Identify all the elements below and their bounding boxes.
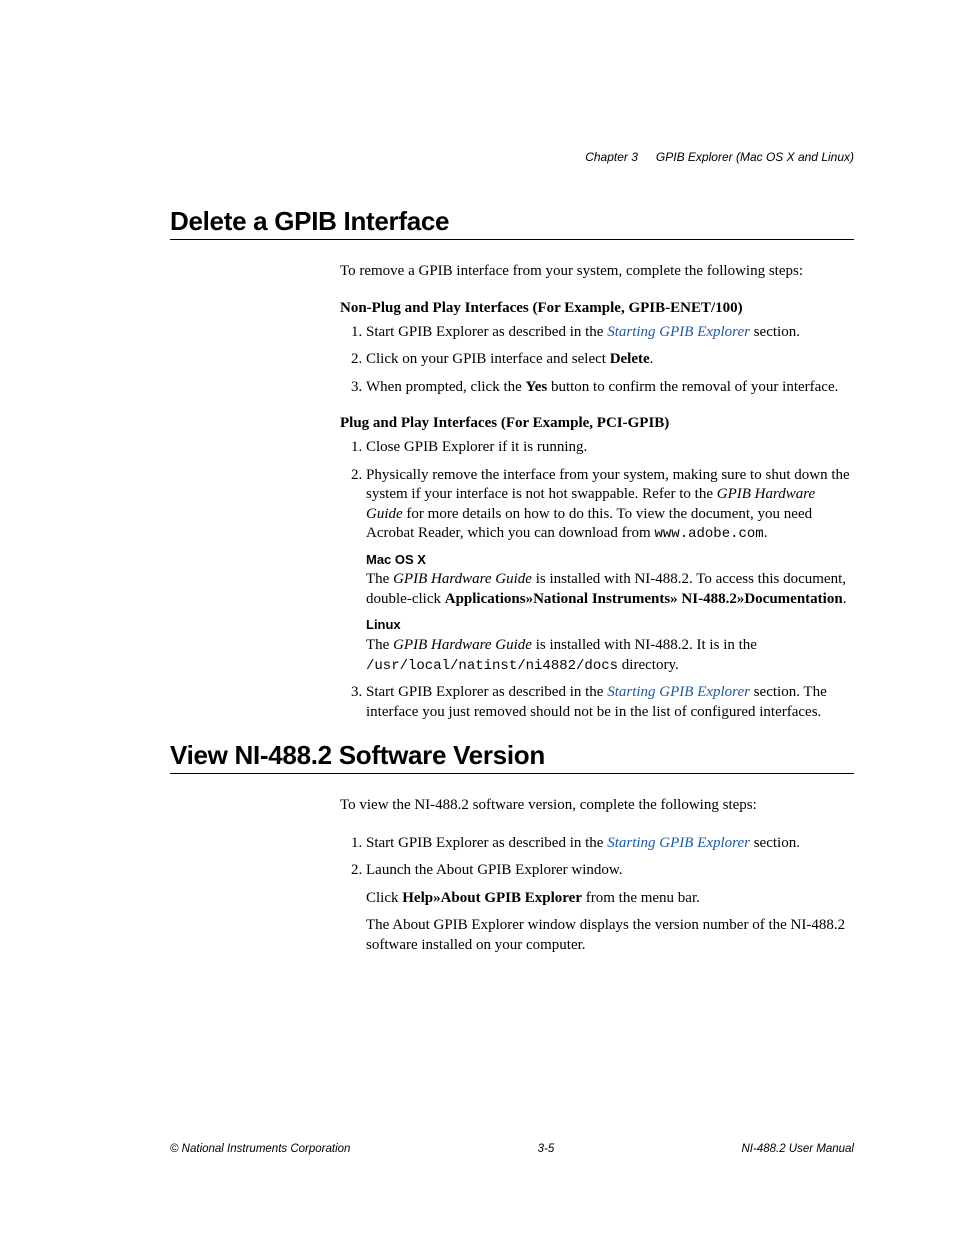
footer-manual-name: NI-488.2 User Manual — [741, 1143, 854, 1155]
body-paragraph: The About GPIB Explorer window displays … — [366, 916, 854, 955]
intro-paragraph: To view the NI-488.2 software version, c… — [340, 796, 854, 816]
list-item: Launch the About GPIB Explorer window. C… — [366, 861, 854, 955]
heading-delete-interface: Delete a GPIB Interface — [170, 206, 854, 237]
steps-pnp: Close GPIB Explorer if it is running. Ph… — [340, 438, 854, 722]
heading-view-version: View NI-488.2 Software Version — [170, 740, 854, 771]
intro-paragraph: To remove a GPIB interface from your sys… — [340, 262, 854, 282]
header-title: GPIB Explorer (Mac OS X and Linux) — [656, 150, 854, 164]
steps-view-version: Start GPIB Explorer as described in the … — [340, 834, 854, 956]
header-chapter: Chapter 3 — [585, 150, 638, 164]
subheading-pnp: Plug and Play Interfaces (For Example, P… — [340, 415, 854, 432]
os-subhead-mac: Mac OS X — [366, 552, 854, 569]
list-item: Physically remove the interface from you… — [366, 466, 854, 676]
link-starting-explorer[interactable]: Starting GPIB Explorer — [607, 684, 750, 700]
rule — [170, 239, 854, 240]
list-item: Start GPIB Explorer as described in the … — [366, 834, 854, 854]
list-item: Start GPIB Explorer as described in the … — [366, 683, 854, 722]
os-paragraph: The GPIB Hardware Guide is installed wit… — [366, 636, 854, 675]
os-paragraph: The GPIB Hardware Guide is installed wit… — [366, 570, 854, 609]
subheading-nonpnp: Non-Plug and Play Interfaces (For Exampl… — [340, 300, 854, 317]
rule — [170, 773, 854, 774]
list-item: When prompted, click the Yes button to c… — [366, 378, 854, 398]
footer-page-number: 3-5 — [538, 1143, 555, 1155]
link-starting-explorer[interactable]: Starting GPIB Explorer — [607, 324, 750, 340]
footer-copyright: © National Instruments Corporation — [170, 1143, 350, 1155]
list-item: Close GPIB Explorer if it is running. — [366, 438, 854, 458]
page-footer: © National Instruments Corporation 3-5 N… — [170, 1143, 854, 1155]
list-item: Start GPIB Explorer as described in the … — [366, 323, 854, 343]
steps-nonpnp: Start GPIB Explorer as described in the … — [340, 323, 854, 398]
link-starting-explorer[interactable]: Starting GPIB Explorer — [607, 835, 750, 851]
list-item: Click on your GPIB interface and select … — [366, 350, 854, 370]
os-subhead-linux: Linux — [366, 617, 854, 634]
body-paragraph: Click Help»About GPIB Explorer from the … — [366, 889, 854, 909]
running-header: Chapter 3 GPIB Explorer (Mac OS X and Lin… — [170, 150, 854, 164]
